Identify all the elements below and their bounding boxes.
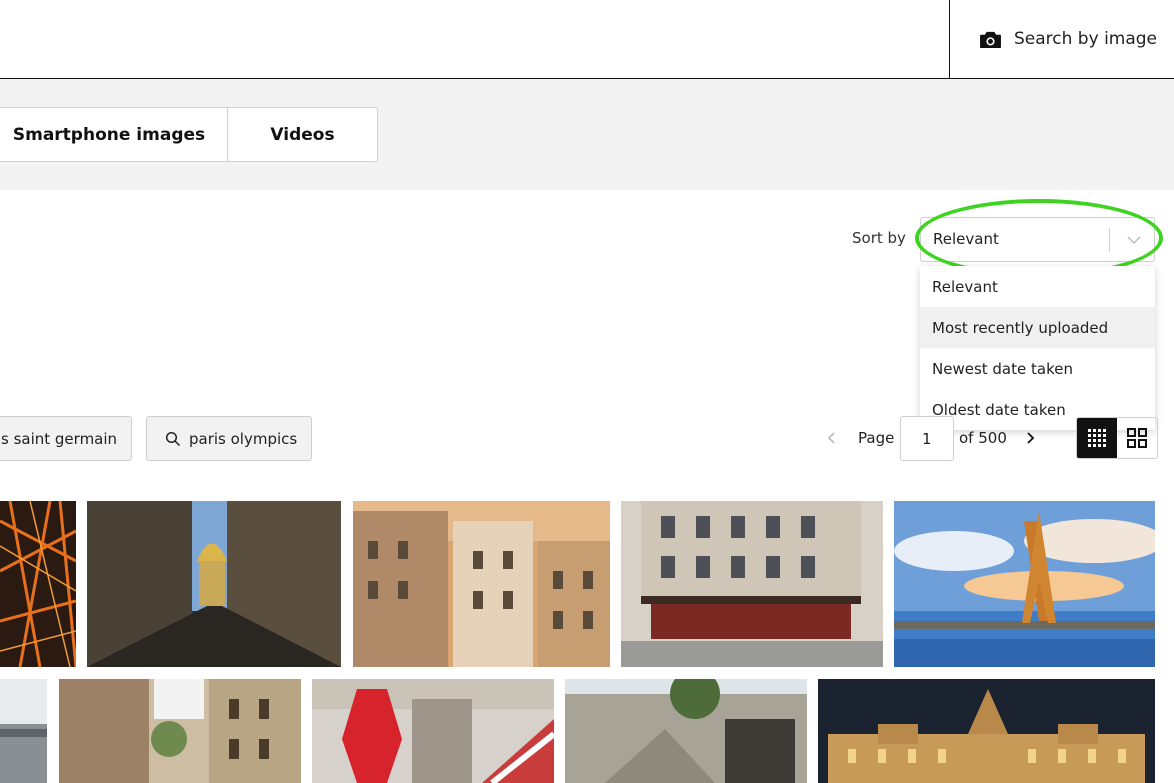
compact-grid-icon: [1088, 429, 1106, 447]
page-total-label: of 500: [959, 429, 1007, 447]
image-result[interactable]: [0, 679, 47, 783]
top-header: Search by image: [0, 0, 1174, 79]
related-search-label: paris olympics: [189, 429, 298, 448]
image-result[interactable]: [565, 679, 807, 783]
image-result[interactable]: [894, 501, 1155, 667]
image-result[interactable]: [621, 501, 883, 667]
sort-selected-value: Relevant: [933, 230, 999, 248]
large-grid-button[interactable]: [1117, 418, 1157, 458]
sort-option-most-recently-uploaded[interactable]: Most recently uploaded: [920, 307, 1155, 348]
search-by-image-button[interactable]: Search by image: [950, 0, 1174, 78]
tab-smartphone-images[interactable]: Smartphone images: [0, 108, 228, 161]
tab-videos[interactable]: Videos: [228, 108, 377, 161]
related-search-label: s saint germain: [1, 429, 118, 448]
chevron-down-icon: [1127, 236, 1141, 245]
sort-select-separator: [1109, 228, 1110, 252]
image-result[interactable]: [353, 501, 610, 667]
search-by-image-label: Search by image: [1014, 29, 1158, 49]
related-search-chip[interactable]: paris olympics: [146, 416, 312, 461]
search-icon: [165, 431, 181, 446]
camera-icon: [980, 31, 1001, 48]
image-result[interactable]: [87, 501, 341, 667]
filter-band: Smartphone images Videos: [0, 79, 1174, 190]
image-result[interactable]: [0, 501, 76, 667]
page-label: Page: [858, 429, 895, 447]
image-result[interactable]: [59, 679, 301, 783]
sort-option-relevant[interactable]: Relevant: [920, 266, 1155, 307]
media-type-tabs: Smartphone images Videos: [0, 107, 378, 162]
page-number-input[interactable]: [900, 416, 954, 461]
large-grid-icon: [1127, 428, 1147, 448]
related-search-chip[interactable]: s saint germain: [0, 416, 132, 461]
compact-grid-button[interactable]: [1077, 418, 1117, 458]
sort-select[interactable]: Relevant: [920, 217, 1155, 262]
sort-by-label: Sort by: [852, 229, 906, 247]
chevron-left-icon[interactable]: [824, 429, 840, 447]
chevron-right-icon[interactable]: [1022, 429, 1038, 447]
image-result[interactable]: [818, 679, 1155, 783]
sort-dropdown-menu: Relevant Most recently uploaded Newest d…: [920, 266, 1155, 430]
image-result[interactable]: [312, 679, 554, 783]
grid-view-toggle: [1076, 417, 1158, 459]
sort-option-newest-date-taken[interactable]: Newest date taken: [920, 348, 1155, 389]
